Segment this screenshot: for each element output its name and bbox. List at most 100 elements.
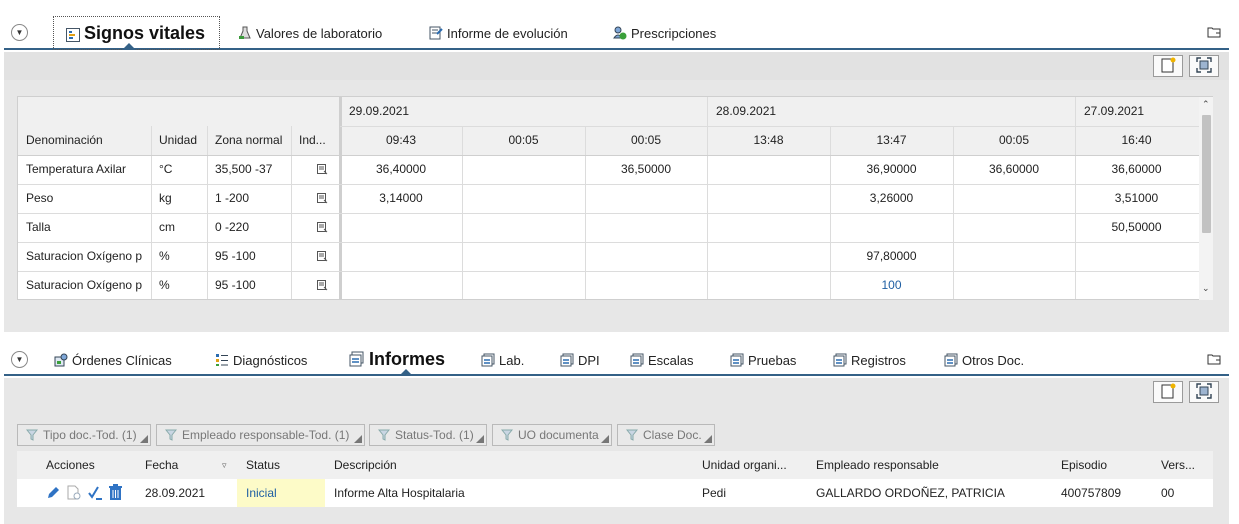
filter-tipo-doc[interactable]: Tipo doc.-Tod. (1) <box>17 424 151 446</box>
value-cell[interactable] <box>953 271 1075 300</box>
value-cell[interactable]: 36,40000 <box>340 155 462 184</box>
value-cell[interactable] <box>953 242 1075 271</box>
filter-status[interactable]: Status-Tod. (1) <box>369 424 487 446</box>
column-header-empleado[interactable]: Empleado responsable <box>816 451 939 479</box>
value-cell[interactable] <box>585 184 707 213</box>
value-cell[interactable] <box>340 242 462 271</box>
tab-ordenes-clinicas[interactable]: Órdenes Clínicas <box>54 347 172 373</box>
value-cell[interactable] <box>830 213 953 242</box>
scroll-thumb[interactable] <box>1202 115 1211 233</box>
tab-registros[interactable]: Registros <box>833 347 906 373</box>
tab-dpi[interactable]: DPI <box>560 347 600 373</box>
value-cell[interactable] <box>707 271 830 300</box>
status-badge[interactable]: Inicial <box>237 479 325 507</box>
filter-empleado-responsable[interactable]: Empleado responsable-Tod. (1) <box>156 424 365 446</box>
value-cell[interactable] <box>585 271 707 300</box>
tab-label: Signos vitales <box>84 22 206 43</box>
sort-icon[interactable]: ▿ <box>222 451 227 479</box>
value-cell[interactable] <box>340 213 462 242</box>
column-header-unidad[interactable]: Unidad <box>151 126 207 155</box>
column-header-unidad[interactable]: Unidad organi... <box>702 451 787 479</box>
column-header-version[interactable]: Vers... <box>1161 451 1195 479</box>
tab-pruebas[interactable]: Pruebas <box>730 347 796 373</box>
tab-escalas[interactable]: Escalas <box>630 347 694 373</box>
sign-icon[interactable] <box>87 485 103 504</box>
time-header[interactable]: 00:05 <box>585 126 707 155</box>
fullscreen-button[interactable] <box>1189 381 1219 403</box>
edit-icon[interactable] <box>46 485 61 503</box>
column-header-fecha[interactable]: Fecha <box>145 451 178 479</box>
tab-prescripciones[interactable]: Prescripciones <box>613 20 716 46</box>
tab-signos-vitales[interactable]: Signos vitales <box>53 16 221 50</box>
time-header[interactable]: 00:05 <box>953 126 1075 155</box>
indicator-icon[interactable] <box>317 222 328 236</box>
time-header[interactable]: 09:43 <box>340 126 462 155</box>
time-header[interactable]: 00:05 <box>462 126 585 155</box>
scroll-up-icon[interactable]: ⌃ <box>1202 99 1210 110</box>
new-entry-button[interactable] <box>1153 55 1183 77</box>
column-header-descripcion[interactable]: Descripción <box>334 451 397 479</box>
scroll-down-icon[interactable]: ⌄ <box>1202 283 1210 294</box>
value-cell[interactable]: 97,80000 <box>830 242 953 271</box>
column-header-denominacion[interactable]: Denominación <box>18 126 151 155</box>
column-header-zona-normal[interactable]: Zona normal <box>207 126 291 155</box>
time-header[interactable]: 13:47 <box>830 126 953 155</box>
value-cell[interactable] <box>1075 271 1198 300</box>
document-icon <box>630 353 644 367</box>
value-cell[interactable] <box>585 242 707 271</box>
value-cell[interactable] <box>707 242 830 271</box>
value-cell[interactable]: 36,90000 <box>830 155 953 184</box>
value-cell[interactable]: 36,60000 <box>1075 155 1198 184</box>
filter-clase-doc[interactable]: Clase Doc. <box>617 424 715 446</box>
folder-icon[interactable] <box>1207 353 1221 365</box>
tab-diagnosticos[interactable]: Diagnósticos <box>215 347 307 373</box>
value-cell[interactable] <box>1075 242 1198 271</box>
value-cell[interactable]: 3,26000 <box>830 184 953 213</box>
value-cell[interactable] <box>462 155 585 184</box>
value-cell[interactable] <box>953 213 1075 242</box>
add-document-icon[interactable] <box>66 485 82 504</box>
value-cell[interactable]: 50,50000 <box>1075 213 1198 242</box>
value-cell[interactable] <box>953 184 1075 213</box>
collapse-toggle-icon[interactable]: ▼ <box>11 351 28 368</box>
time-header[interactable]: 13:48 <box>707 126 830 155</box>
value-cell[interactable] <box>707 213 830 242</box>
time-header[interactable]: 16:40 <box>1075 126 1198 155</box>
value-cell[interactable] <box>585 213 707 242</box>
value-cell[interactable] <box>707 184 830 213</box>
value-cell[interactable] <box>462 271 585 300</box>
filter-uo-documenta[interactable]: UO documenta <box>492 424 612 446</box>
column-header-status[interactable]: Status <box>246 451 280 479</box>
column-header-acciones[interactable]: Acciones <box>46 451 95 479</box>
column-header-ind[interactable]: Ind... <box>291 126 339 155</box>
tab-lab[interactable]: Lab. <box>481 347 524 373</box>
vitals-scrollbar[interactable]: ⌃ ⌄ <box>1199 97 1213 300</box>
indicator-icon[interactable] <box>317 164 328 178</box>
value-cell[interactable]: 36,50000 <box>585 155 707 184</box>
value-cell[interactable]: 3,51000 <box>1075 184 1198 213</box>
fullscreen-button[interactable] <box>1189 55 1219 77</box>
tab-otros-doc[interactable]: Otros Doc. <box>944 347 1024 373</box>
value-cell[interactable] <box>462 242 585 271</box>
indicator-icon[interactable] <box>317 280 328 294</box>
filter-icon <box>625 429 639 441</box>
value-cell[interactable]: 36,60000 <box>953 155 1075 184</box>
tab-valores-laboratorio[interactable]: Valores de laboratorio <box>238 20 382 46</box>
clinical-orders-icon <box>54 353 68 367</box>
value-cell[interactable]: 3,14000 <box>340 184 462 213</box>
value-cell[interactable]: 100 <box>830 271 953 300</box>
value-cell[interactable] <box>340 271 462 300</box>
column-header-episodio[interactable]: Episodio <box>1061 451 1107 479</box>
value-cell[interactable] <box>462 213 585 242</box>
collapse-toggle-icon[interactable]: ▼ <box>11 24 28 41</box>
delete-icon[interactable] <box>108 484 123 504</box>
value-cell[interactable] <box>462 184 585 213</box>
new-document-button[interactable] <box>1153 381 1183 403</box>
indicator-icon[interactable] <box>317 193 328 207</box>
value-cell[interactable] <box>707 155 830 184</box>
tab-informe-evolucion[interactable]: Informe de evolución <box>429 20 568 46</box>
folder-icon[interactable] <box>1207 26 1221 38</box>
table-row[interactable]: 28.09.2021 Inicial Informe Alta Hospital… <box>17 479 1213 507</box>
tab-informes[interactable]: Informes <box>349 346 445 372</box>
indicator-icon[interactable] <box>317 251 328 265</box>
